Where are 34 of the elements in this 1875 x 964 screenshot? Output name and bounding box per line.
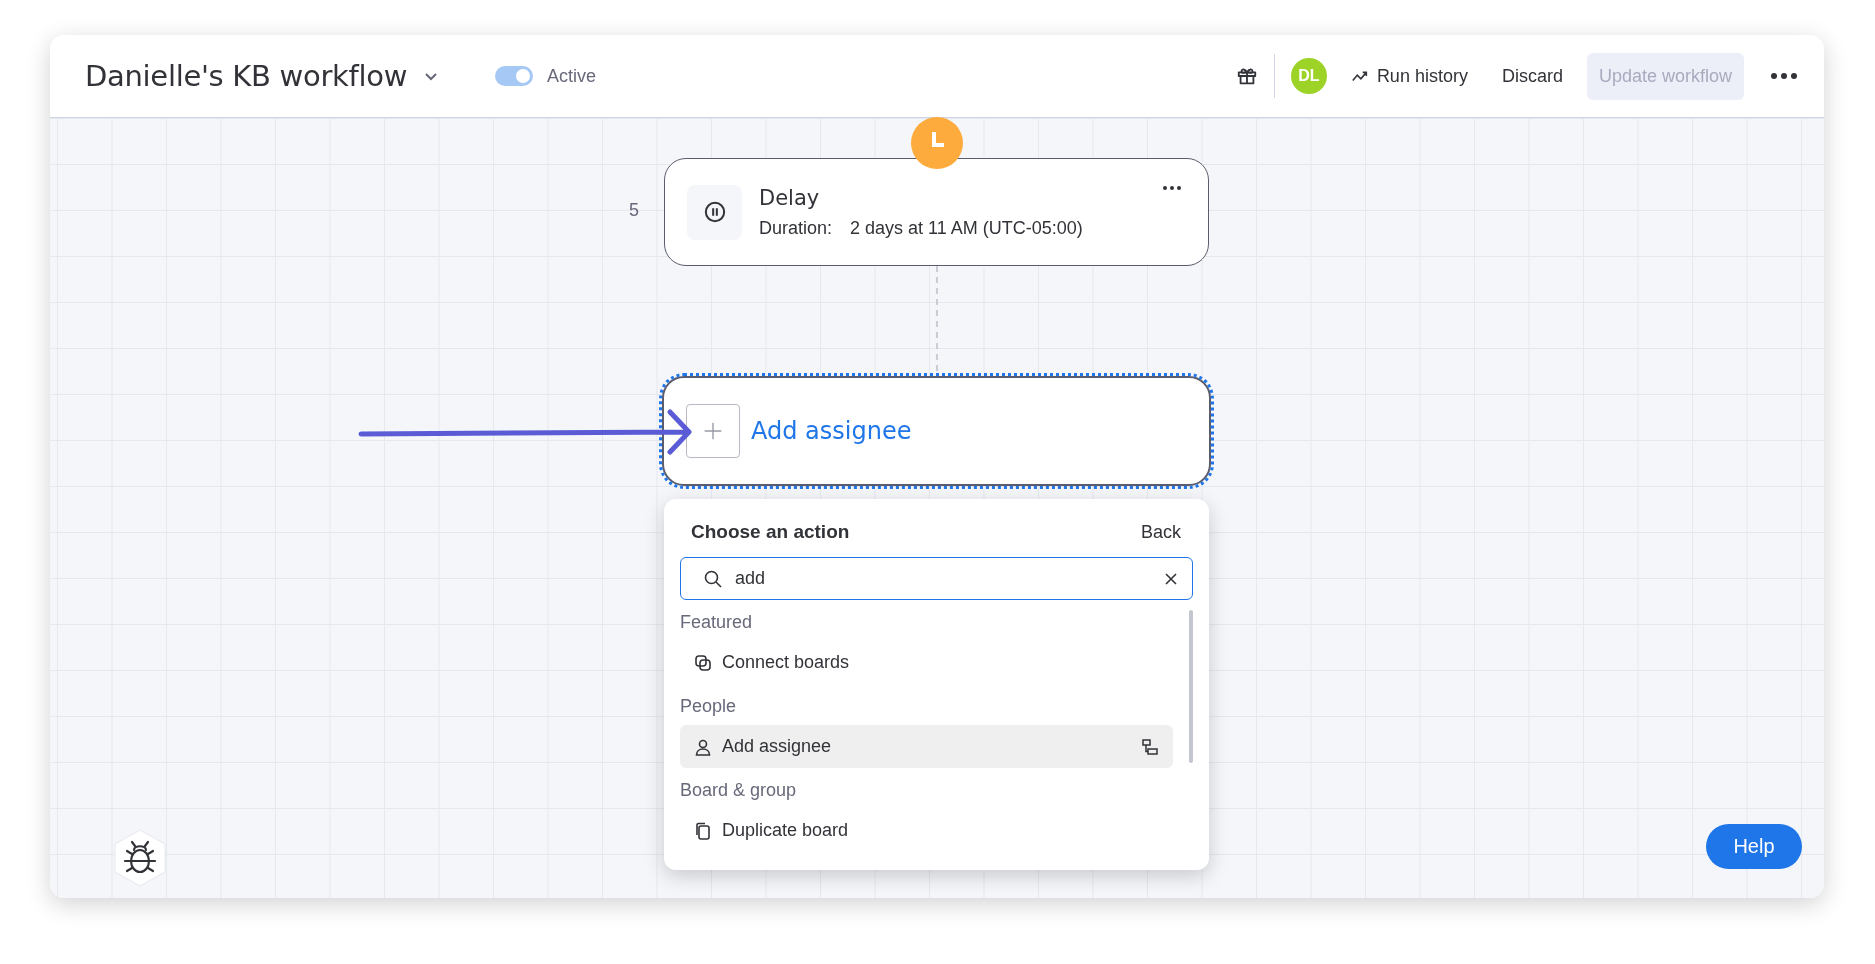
- field-label: Duration:: [759, 217, 833, 239]
- help-button[interactable]: Help: [1706, 824, 1802, 869]
- toggle-label: Active: [547, 65, 597, 87]
- workflow-title: Danielle's KB workflow: [85, 59, 408, 93]
- action-item[interactable]: Duplicate board: [680, 809, 1173, 852]
- step-title: Delay: [759, 185, 821, 210]
- search-icon: [703, 568, 723, 589]
- copy-icon: [694, 821, 712, 840]
- close-icon[interactable]: [1164, 571, 1178, 586]
- group-label: Featured: [680, 611, 754, 634]
- hierarchy-icon[interactable]: [1141, 737, 1159, 756]
- person-icon: [694, 737, 712, 756]
- step-number: 5: [629, 200, 639, 221]
- search-input[interactable]: add: [735, 568, 1152, 589]
- action-item[interactable]: Connect boards: [680, 641, 1173, 684]
- boards-icon: [694, 653, 712, 672]
- active-toggle[interactable]: [495, 66, 534, 86]
- field-value: 2 days at 11 AM (UTC-05:00): [850, 217, 1083, 239]
- step-label: Add assignee: [751, 417, 912, 445]
- back-button[interactable]: Back: [1140, 521, 1181, 543]
- menu-title: Choose an action: [691, 521, 850, 543]
- step-card[interactable]: Delay Duration: 2 days at 11 AM (UTC-05:00): [664, 158, 1209, 266]
- group-label: People: [680, 695, 738, 718]
- group-label: Board & group: [680, 779, 798, 802]
- action-item[interactable]: Add assignee: [680, 725, 1173, 768]
- more-icon[interactable]: [1162, 184, 1182, 192]
- run-history-button[interactable]: Run history: [1340, 57, 1478, 95]
- scrollbar[interactable]: [1189, 610, 1193, 763]
- new-step-card[interactable]: Add assignee: [662, 376, 1211, 486]
- bug-icon[interactable]: [113, 828, 167, 888]
- discard-button[interactable]: Discard: [1491, 57, 1573, 95]
- search-field[interactable]: add: [680, 557, 1193, 600]
- more-icon[interactable]: [1770, 71, 1798, 81]
- pause-icon: [687, 184, 742, 240]
